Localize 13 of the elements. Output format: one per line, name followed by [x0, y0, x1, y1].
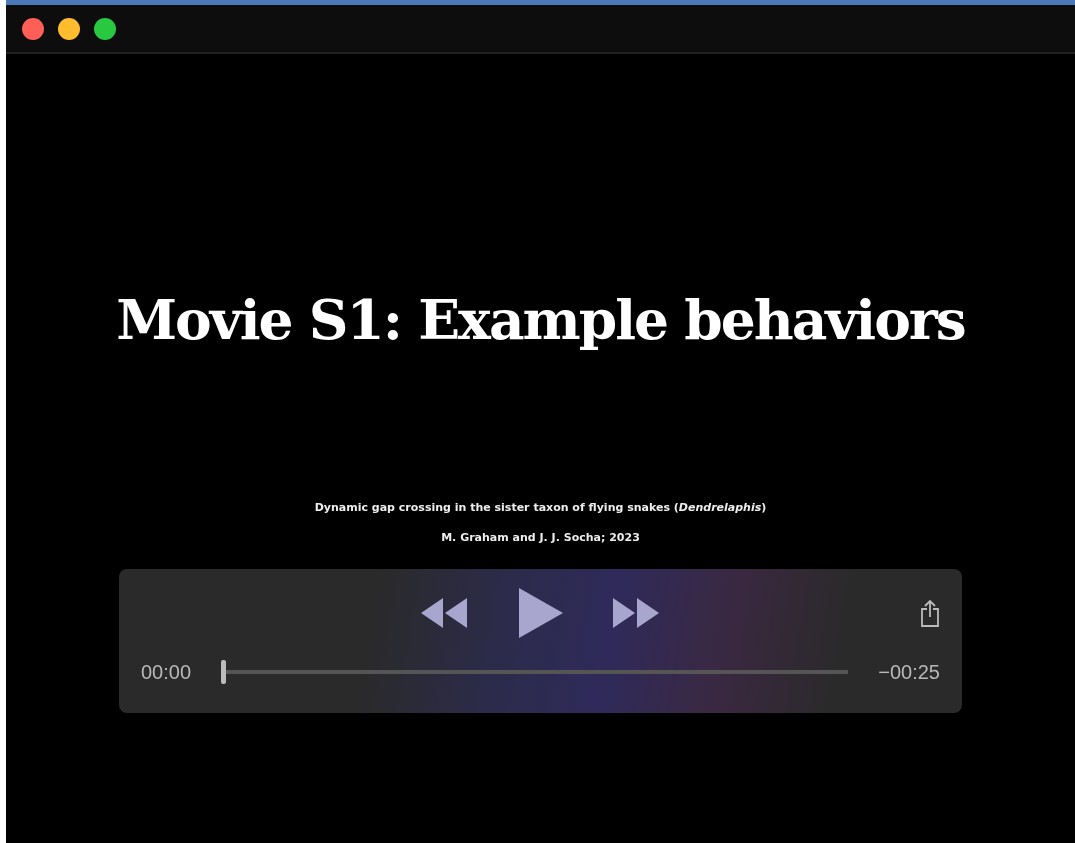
- share-button[interactable]: [920, 598, 940, 627]
- slide-caption: Dynamic gap crossing in the sister taxon of flying snakes (Dendrelaphis): [314, 499, 767, 516]
- progress-thumb[interactable]: [221, 659, 227, 684]
- rewind-button[interactable]: [420, 597, 469, 628]
- close-button[interactable]: [22, 17, 44, 40]
- zoom-button[interactable]: [94, 17, 116, 40]
- minimize-button[interactable]: [58, 17, 80, 40]
- slide-title: Movie S1: Example behaviors: [116, 286, 965, 354]
- slide-credit: M. Graham and J. J. Socha; 2023: [441, 530, 640, 546]
- play-button[interactable]: [518, 587, 563, 638]
- remaining-time: −00:25: [878, 659, 940, 685]
- elapsed-time: 00:00: [141, 659, 192, 685]
- fast-forward-button[interactable]: [612, 597, 661, 628]
